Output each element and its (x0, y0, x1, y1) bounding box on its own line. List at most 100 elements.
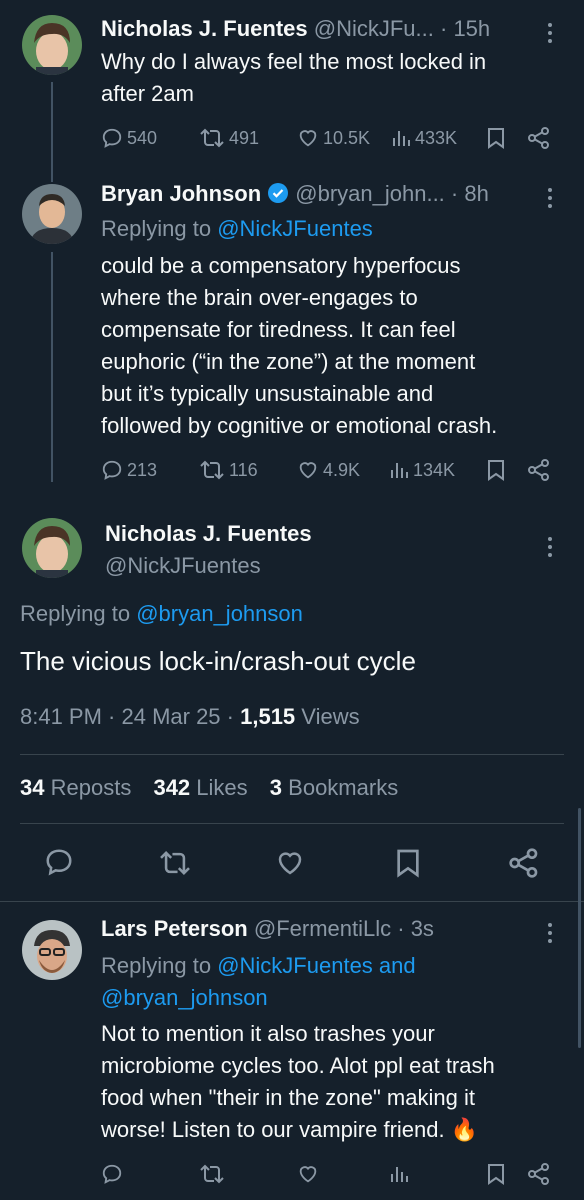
repost-button[interactable] (199, 1160, 225, 1188)
main-actions (0, 845, 584, 881)
main-views-label: Views (301, 704, 360, 729)
thread-line (51, 252, 53, 482)
main-stats: 34 Reposts 342 Likes 3 Bookmarks (20, 775, 398, 801)
tweet2-header: Bryan Johnson @bryan_john... · 8h (101, 181, 489, 207)
reply-header: Lars Peterson @FermentiLlc · 3s (101, 916, 434, 942)
repost-button[interactable]: 491 (199, 124, 259, 152)
scrollbar-thumb[interactable] (578, 808, 581, 1048)
like-count: 10.5K (323, 127, 371, 148)
thread-line (51, 82, 53, 182)
divider (0, 901, 584, 902)
share-icon (528, 127, 549, 149)
repost-button[interactable]: 116 (199, 456, 258, 484)
share-button[interactable] (527, 456, 551, 484)
share-icon[interactable] (508, 847, 540, 879)
verified-badge-icon (268, 183, 289, 203)
share-icon (528, 1163, 549, 1185)
more-options-icon[interactable] (547, 188, 553, 212)
bookmark-button[interactable] (487, 1160, 505, 1188)
tweet1-header: Nicholas J. Fuentes @NickJFu... · 15h (101, 16, 490, 42)
repost-count: 116 (229, 459, 258, 480)
like-button[interactable]: 10.5K (297, 124, 370, 152)
main-timestamp[interactable]: 8:41 PM · 24 Mar 25 · (20, 704, 234, 729)
reply-button[interactable]: 540 (101, 124, 157, 152)
main-replying-to: Replying to @bryan_johnson (20, 601, 303, 626)
tweet2-author-handle[interactable]: @bryan_john... (295, 181, 445, 206)
reply-icon[interactable] (44, 847, 74, 877)
main-meta: 8:41 PM · 24 Mar 25 · 1,515 Views (20, 704, 360, 730)
bookmark-button[interactable] (487, 124, 505, 152)
tweet2-replying-to: Replying to @NickJFuentes (101, 216, 373, 241)
views-button[interactable]: 134K (389, 456, 455, 484)
reply-timestamp[interactable]: · 3s (397, 916, 434, 941)
reply-actions (101, 1160, 561, 1188)
mention-link[interactable]: @NickJFuentes (217, 216, 373, 241)
repost-icon (200, 128, 224, 148)
tweet2-actions: 213 116 4.9K 134K (101, 456, 561, 484)
repost-icon (200, 460, 224, 480)
reply-button[interactable]: 213 (101, 456, 157, 484)
views-icon (391, 1167, 408, 1182)
mention-link[interactable]: @bryan_johnson (101, 982, 416, 1014)
avatar-bryan-johnson[interactable] (22, 184, 82, 244)
tweet1-text: Why do I always feel the most locked in … (101, 49, 487, 106)
reply-icon (102, 460, 122, 480)
views-button[interactable]: 433K (391, 124, 457, 152)
bookmark-icon (488, 460, 504, 481)
heart-icon (299, 1166, 317, 1183)
tweet2-timestamp[interactable]: · 8h (451, 181, 489, 206)
bookmark-icon (488, 1164, 504, 1185)
more-options-icon[interactable] (547, 923, 553, 947)
divider (20, 823, 564, 824)
share-icon (528, 459, 549, 481)
tweet2-text: could be a compensatory hyperfocus where… (101, 253, 498, 438)
divider (20, 754, 564, 755)
mention-link[interactable]: @bryan_johnson (136, 601, 303, 626)
like-button[interactable]: 4.9K (297, 456, 360, 484)
share-button[interactable] (527, 124, 551, 152)
main-author-name[interactable]: Nicholas J. Fuentes (105, 521, 312, 547)
likes-stat[interactable]: 342 Likes (153, 775, 247, 800)
tweet1-author-handle[interactable]: @NickJFu... (314, 16, 434, 41)
avatar-nicholas-fuentes[interactable] (22, 518, 82, 578)
views-button[interactable] (389, 1160, 409, 1188)
main-author-handle[interactable]: @NickJFuentes (105, 553, 261, 579)
main-tweet-text: The vicious lock-in/crash-out cycle (20, 646, 416, 676)
bookmark-button[interactable] (487, 456, 505, 484)
avatar-nicholas-fuentes[interactable] (22, 15, 82, 75)
reply-author-name[interactable]: Lars Peterson (101, 916, 248, 941)
tweet2-author-name[interactable]: Bryan Johnson (101, 181, 261, 206)
reply-replying-to: Replying to @NickJFuentes and @bryan_joh… (101, 950, 416, 1014)
reply-icon (102, 128, 122, 148)
reply-count: 213 (127, 459, 158, 480)
main-views-count: 1,515 (240, 704, 296, 729)
heart-icon (299, 130, 317, 147)
reply-author-handle[interactable]: @FermentiLlc (254, 916, 391, 941)
avatar-lars-peterson[interactable] (22, 920, 82, 980)
views-count: 433K (415, 127, 458, 148)
repost-icon[interactable] (158, 849, 192, 877)
more-options-icon[interactable] (547, 23, 553, 47)
mention-link[interactable]: @NickJFuentes and (217, 953, 415, 978)
like-count: 4.9K (323, 459, 361, 480)
repost-icon (200, 1164, 224, 1184)
reply-text: Not to mention it also trashes your micr… (101, 1021, 495, 1142)
bookmark-icon (488, 128, 504, 149)
views-icon (393, 131, 410, 146)
reposts-stat[interactable]: 34 Reposts (20, 775, 131, 800)
more-options-icon[interactable] (547, 537, 553, 561)
repost-count: 491 (229, 127, 260, 148)
bookmarks-stat[interactable]: 3 Bookmarks (270, 775, 398, 800)
tweet1-actions: 540 491 10.5K 433K (101, 124, 561, 152)
tweet1-author-name[interactable]: Nicholas J. Fuentes (101, 16, 308, 41)
reply-icon (102, 1164, 122, 1184)
reply-count: 540 (127, 127, 158, 148)
like-button[interactable] (297, 1160, 319, 1188)
tweet1-timestamp[interactable]: · 15h (440, 16, 490, 41)
views-count: 134K (413, 459, 456, 480)
reply-button[interactable] (101, 1160, 123, 1188)
heart-icon[interactable] (275, 848, 305, 878)
share-button[interactable] (527, 1160, 551, 1188)
views-icon (391, 463, 408, 478)
bookmark-icon[interactable] (396, 848, 420, 878)
